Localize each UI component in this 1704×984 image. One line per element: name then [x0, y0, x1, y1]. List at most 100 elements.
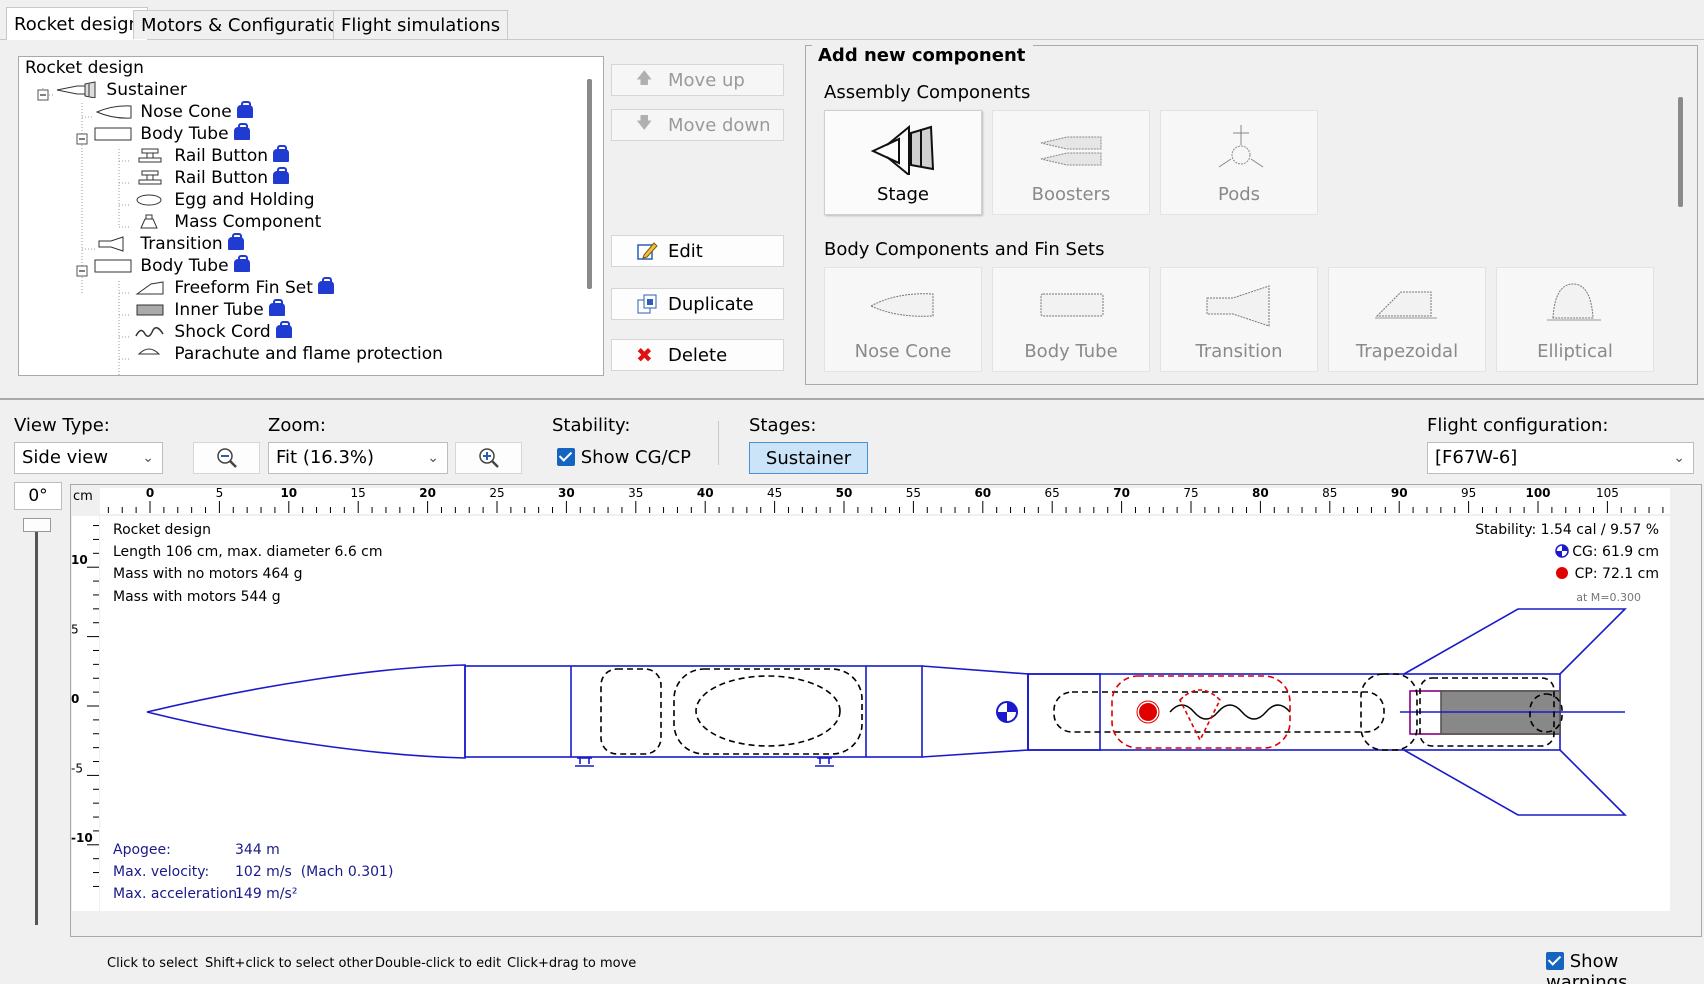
- massive-override-icon: [233, 255, 250, 272]
- chevron-down-icon: ⌄: [1673, 450, 1685, 466]
- tile-label: Trapezoidal: [1355, 341, 1459, 362]
- add-component-title: Add new component: [818, 45, 1034, 66]
- tree-item-nose-cone[interactable]: Nose Cone: [95, 100, 253, 124]
- rotation-slider-track[interactable]: [35, 523, 38, 925]
- tree-item-shock-cord[interactable]: Shock Cord: [133, 320, 292, 344]
- component-tree[interactable]: Rocket design Sustainer Nose Cone Body T…: [18, 56, 604, 376]
- tile-boosters[interactable]: Boosters: [992, 110, 1150, 215]
- palette-scrollbar[interactable]: [1678, 97, 1683, 207]
- zoom-out-icon: [216, 448, 237, 468]
- tile-label: Nose Cone: [854, 341, 952, 362]
- tree-item-inner-tube[interactable]: Inner Tube: [133, 298, 285, 322]
- massive-override-icon: [273, 145, 290, 162]
- stability-label: Stability:: [552, 415, 631, 436]
- tree-item-transition[interactable]: Transition: [97, 232, 244, 256]
- edit-button[interactable]: Edit: [611, 235, 784, 267]
- info-mass-with-motors: Mass with motors 544 g: [113, 589, 281, 605]
- tree-item-label: Nose Cone: [140, 102, 232, 122]
- massive-override-icon: [268, 299, 285, 316]
- info-name: Rocket design: [113, 522, 211, 538]
- massive-override-icon: [275, 321, 292, 338]
- info-cp: CP: 72.1 cm: [1574, 566, 1659, 582]
- tree-root[interactable]: Rocket design: [25, 57, 144, 80]
- body-tube-icon: [1040, 293, 1104, 317]
- tile-label: Stage: [876, 184, 929, 205]
- tree-item-label: Egg and Holding: [174, 190, 315, 210]
- tree-item-rail-button[interactable]: Rail Button: [133, 144, 290, 168]
- tree-item-label: Inner Tube: [174, 300, 264, 320]
- rotation-slider-thumb[interactable]: [23, 518, 51, 532]
- tree-item-label: Sustainer: [106, 80, 187, 100]
- flight-config-select[interactable]: [F67W-6] ⌄: [1427, 442, 1694, 474]
- max-velocity-value: 102 m/s (Mach 0.301): [235, 864, 394, 880]
- show-cgcp-checkbox[interactable]: Show CG/CP: [557, 447, 691, 468]
- pods-icon: [1218, 125, 1264, 168]
- tree-item-label: Shock Cord: [174, 322, 271, 342]
- info-length: Length 106 cm, max. diameter 6.6 cm: [113, 544, 383, 560]
- tile-nose-cone[interactable]: Nose Cone: [824, 267, 982, 372]
- mass-component-icon: [140, 214, 158, 229]
- tree-item-label: Rail Button: [174, 168, 269, 188]
- tab-flight-simulations[interactable]: Flight simulations: [333, 10, 509, 39]
- tile-elliptical[interactable]: Elliptical: [1496, 267, 1654, 372]
- duplicate-button[interactable]: Duplicate: [611, 288, 784, 320]
- tile-body-tube[interactable]: Body Tube: [992, 267, 1150, 372]
- show-warnings-checkbox[interactable]: Show warnings: [1546, 951, 1704, 984]
- tree-item-mass-component[interactable]: Mass Component: [133, 210, 321, 234]
- stages-label: Stages:: [749, 415, 817, 436]
- zoom-select[interactable]: Fit (16.3%) ⌄: [268, 442, 448, 474]
- body-tube-icon: [94, 127, 132, 141]
- tree-item-egg-and-holding[interactable]: Egg and Holding: [133, 188, 315, 212]
- rail-button-icon: [138, 170, 162, 185]
- delete-button[interactable]: ✖ Delete: [611, 339, 784, 371]
- rail-button-icon: [138, 148, 162, 163]
- move-up-button[interactable]: 🡅 Move up: [611, 64, 784, 96]
- stage-icon: [56, 81, 96, 99]
- body-components-title: Body Components and Fin Sets: [824, 239, 1105, 260]
- tile-pods[interactable]: Pods: [1160, 110, 1318, 215]
- stage-icon: [870, 124, 935, 175]
- tree-item-label: Freeform Fin Set: [174, 278, 313, 298]
- tree-item-label: Parachute and flame protection: [174, 344, 443, 364]
- mass-object-icon: [136, 194, 162, 206]
- assembly-components-title: Assembly Components: [824, 82, 1031, 103]
- body-tube-icon: [94, 259, 132, 273]
- transition-icon: [98, 236, 124, 252]
- tree-item-freeform-fin-set[interactable]: Freeform Fin Set: [133, 276, 334, 300]
- duplicate-icon: [637, 294, 657, 314]
- tree-item-rail-button[interactable]: Rail Button: [133, 166, 290, 190]
- info-stability: Stability: 1.54 cal / 9.57 %: [1475, 522, 1659, 538]
- view-type-select[interactable]: Side view ⌄: [14, 442, 163, 474]
- tree-item-sustainer[interactable]: Sustainer: [55, 78, 187, 102]
- checkbox-checked-icon: [1546, 952, 1564, 970]
- tab-rocket-design[interactable]: Rocket design: [6, 7, 148, 40]
- delete-icon: ✖: [636, 343, 653, 367]
- info-mass-no-motors: Mass with no motors 464 g: [113, 566, 303, 582]
- view-type-label: View Type:: [14, 415, 110, 436]
- transition-icon: [1206, 285, 1270, 327]
- tile-label: Pods: [1217, 184, 1261, 205]
- hint-click: Click to select: [107, 956, 198, 971]
- stage-sustainer-toggle[interactable]: Sustainer: [749, 442, 868, 474]
- rocket-figure[interactable]: [100, 516, 1670, 911]
- freeform-fin-icon: [135, 281, 164, 295]
- tab-motors-configuration[interactable]: Motors & Configuration: [133, 10, 358, 39]
- chevron-down-icon: ⌄: [142, 450, 154, 466]
- rotation-value[interactable]: 0°: [14, 482, 62, 510]
- edit-icon: [637, 242, 658, 260]
- chevron-down-icon: ⌄: [427, 450, 439, 466]
- elliptical-fin-icon: [1547, 283, 1601, 321]
- tree-item-body-tube[interactable]: Body Tube: [91, 254, 250, 278]
- move-down-button[interactable]: 🡇 Move down: [611, 109, 784, 141]
- zoom-in-button[interactable]: [455, 442, 522, 474]
- zoom-out-button[interactable]: [193, 442, 260, 474]
- tree-item-label: Body Tube: [140, 256, 229, 276]
- tile-stage[interactable]: Stage: [824, 110, 982, 215]
- inner-tube-icon: [136, 304, 164, 316]
- tree-item-body-tube[interactable]: Body Tube: [91, 122, 250, 146]
- tree-item-parachute[interactable]: Parachute and flame protection: [133, 342, 443, 366]
- boosters-icon: [1040, 136, 1102, 166]
- zoom-in-icon: [478, 448, 499, 468]
- tile-transition[interactable]: Transition: [1160, 267, 1318, 372]
- tile-trapezoidal[interactable]: Trapezoidal: [1328, 267, 1486, 372]
